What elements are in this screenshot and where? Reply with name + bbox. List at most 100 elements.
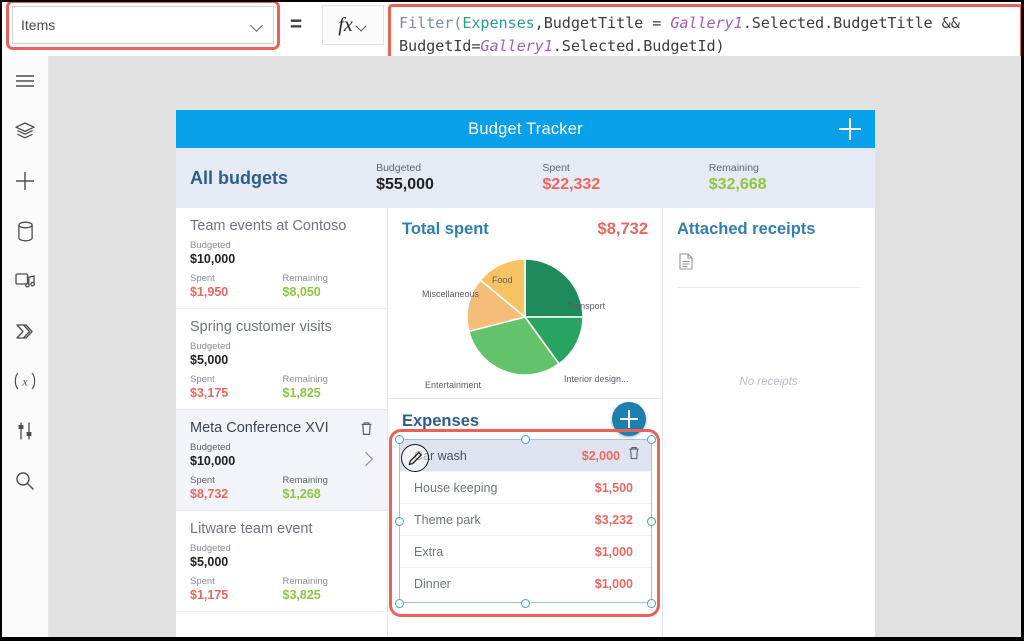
budget-list-item[interactable]: Team events at Contoso Budgeted $10,000 … (176, 208, 387, 309)
budget-remaining-label: Remaining (282, 374, 328, 385)
frame-left (0, 0, 2, 641)
spend-pie-chart: Food Miscellaneous Transport Interior de… (388, 239, 663, 390)
search-icon (16, 472, 34, 490)
formula-input[interactable]: Filter(Expenses,BudgetTitle = Gallery1.S… (388, 4, 1023, 60)
plus-icon[interactable] (839, 118, 861, 140)
budget-spent-label: Spent (190, 374, 215, 385)
receipt-doc[interactable] (663, 239, 874, 275)
budget-spent-label: Spent (190, 273, 215, 284)
sidebar-item-tree-view[interactable] (2, 106, 48, 156)
budget-budgeted-value: $10,000 (190, 252, 236, 266)
app-preview: Budget Tracker All budgets Budgeted $55,… (176, 110, 875, 639)
media-icon (14, 272, 35, 288)
budget-remaining-value: $3,825 (282, 588, 321, 602)
section-divider (388, 398, 663, 399)
frame-bottom (0, 637, 1024, 641)
fx-icon: fx (338, 13, 353, 36)
total-spent-amount: $8,732 (597, 220, 648, 238)
chevron-right-icon[interactable] (361, 454, 372, 465)
svg-text:x: x (21, 375, 28, 389)
hamburger-menu-icon (16, 75, 34, 87)
formula-text: Filter(Expenses,BudgetTitle = Gallery1.S… (399, 12, 1012, 58)
budget-spent-value: $1,950 (190, 285, 229, 299)
receipts-divider (677, 287, 860, 288)
sidebar-item-power-automate[interactable] (2, 306, 48, 356)
receipts-panel: Attached receipts No receipts (663, 208, 874, 639)
summary-spent-value: $22,332 (542, 176, 601, 193)
app-header: Budget Tracker (176, 110, 875, 148)
formula-token: .Selected.BudgetId) (552, 37, 725, 55)
sidebar-item-insert[interactable] (2, 156, 48, 206)
budget-budgeted-label: Budgeted (190, 240, 231, 251)
summary-budgeted-label: Budgeted (376, 162, 422, 174)
gallery-selection-highlight (389, 429, 660, 617)
budget-remaining-label: Remaining (282, 273, 328, 284)
budget-budgeted-value: $10,000 (190, 454, 236, 468)
sidebar-item-media[interactable] (2, 256, 48, 306)
pie-label-transport: Transport (567, 301, 606, 311)
powerapps-studio-screenshot: Items = fx Filter(Expenses,BudgetTitle =… (0, 0, 1024, 641)
flow-icon (16, 323, 33, 339)
budget-title: Litware team event (190, 521, 313, 537)
trash-icon (361, 422, 372, 435)
formula-token: Gallery1 (480, 37, 553, 55)
delete-budget-button[interactable] (360, 421, 373, 441)
budget-budgeted-label: Budgeted (190, 543, 231, 554)
formula-token: Expenses (462, 14, 535, 32)
budget-title: Spring customer visits (190, 319, 332, 335)
total-spent-header: Total spent $8,732 (388, 208, 662, 239)
summary-remaining-value: $32,668 (708, 176, 767, 193)
property-select-highlight (6, 0, 280, 50)
budget-spent-label: Spent (190, 475, 215, 486)
layers-icon (15, 122, 35, 139)
pie-chart-svg (466, 258, 584, 376)
budget-budgeted-label: Budgeted (190, 341, 231, 352)
budget-list-item[interactable]: Litware team event Budgeted $5,000 Spent… (176, 511, 387, 612)
sidebar-item-variables[interactable]: x (2, 356, 48, 406)
budget-remaining-value: $1,268 (282, 487, 321, 501)
budget-title: Meta Conference XVI (190, 420, 329, 436)
budget-budgeted-value: $5,000 (190, 555, 229, 569)
document-icon (679, 253, 693, 270)
summary-heading: All budgets (190, 167, 288, 188)
summary-spent-label: Spent (542, 162, 570, 174)
frame-top (0, 0, 1024, 2)
budget-budgeted-value: $5,000 (190, 353, 229, 367)
budget-list-item-selected[interactable]: Meta Conference XVI Budgeted $10,000 Spe… (176, 410, 387, 511)
app-title: Budget Tracker (468, 119, 583, 138)
database-icon (17, 221, 33, 241)
budget-spent-value: $8,732 (190, 487, 229, 501)
budget-remaining-label: Remaining (282, 576, 328, 587)
formula-token: Filter( (399, 14, 463, 32)
budget-remaining-label: Remaining (282, 475, 328, 486)
budget-spent-label: Spent (190, 576, 215, 587)
sidebar-item-advanced[interactable] (2, 406, 48, 456)
summary-cell-spent: Spent $22,332 (542, 162, 708, 194)
budget-remaining-value: $8,050 (282, 285, 321, 299)
left-icon-rail: x (2, 56, 49, 639)
budget-spent-value: $1,175 (190, 588, 229, 602)
sidebar-item-search[interactable] (2, 456, 48, 506)
fx-button[interactable]: fx (322, 5, 384, 45)
pie-label-entertainment: Entertainment (425, 380, 482, 390)
receipts-heading: Attached receipts (677, 220, 816, 238)
sidebar-item-menu[interactable] (2, 56, 48, 106)
app-body: Team events at Contoso Budgeted $10,000 … (176, 208, 875, 639)
formula-token: ,BudgetTitle = (534, 14, 671, 32)
chevron-down-icon (357, 20, 368, 31)
formula-bar-region: Items = fx Filter(Expenses,BudgetTitle =… (2, 0, 1023, 110)
chart-and-expenses-column: Total spent $8,732 Food Miscellaneous Tr… (388, 208, 663, 639)
pie-label-food: Food (492, 275, 513, 285)
summary-remaining-label: Remaining (708, 162, 759, 174)
budget-budgeted-label: Budgeted (190, 442, 231, 453)
plus-icon (16, 172, 34, 190)
summary-budgeted-value: $55,000 (376, 176, 434, 193)
budget-remaining-value: $1,825 (282, 386, 321, 400)
budget-spent-value: $3,175 (190, 386, 229, 400)
total-spent-label: Total spent (402, 220, 489, 238)
equals-sign: = (289, 13, 303, 36)
sidebar-item-data[interactable] (2, 206, 48, 256)
sliders-icon (18, 422, 32, 440)
budget-list-item[interactable]: Spring customer visits Budgeted $5,000 S… (176, 309, 387, 410)
summary-cell-remaining: Remaining $32,668 (709, 162, 875, 194)
